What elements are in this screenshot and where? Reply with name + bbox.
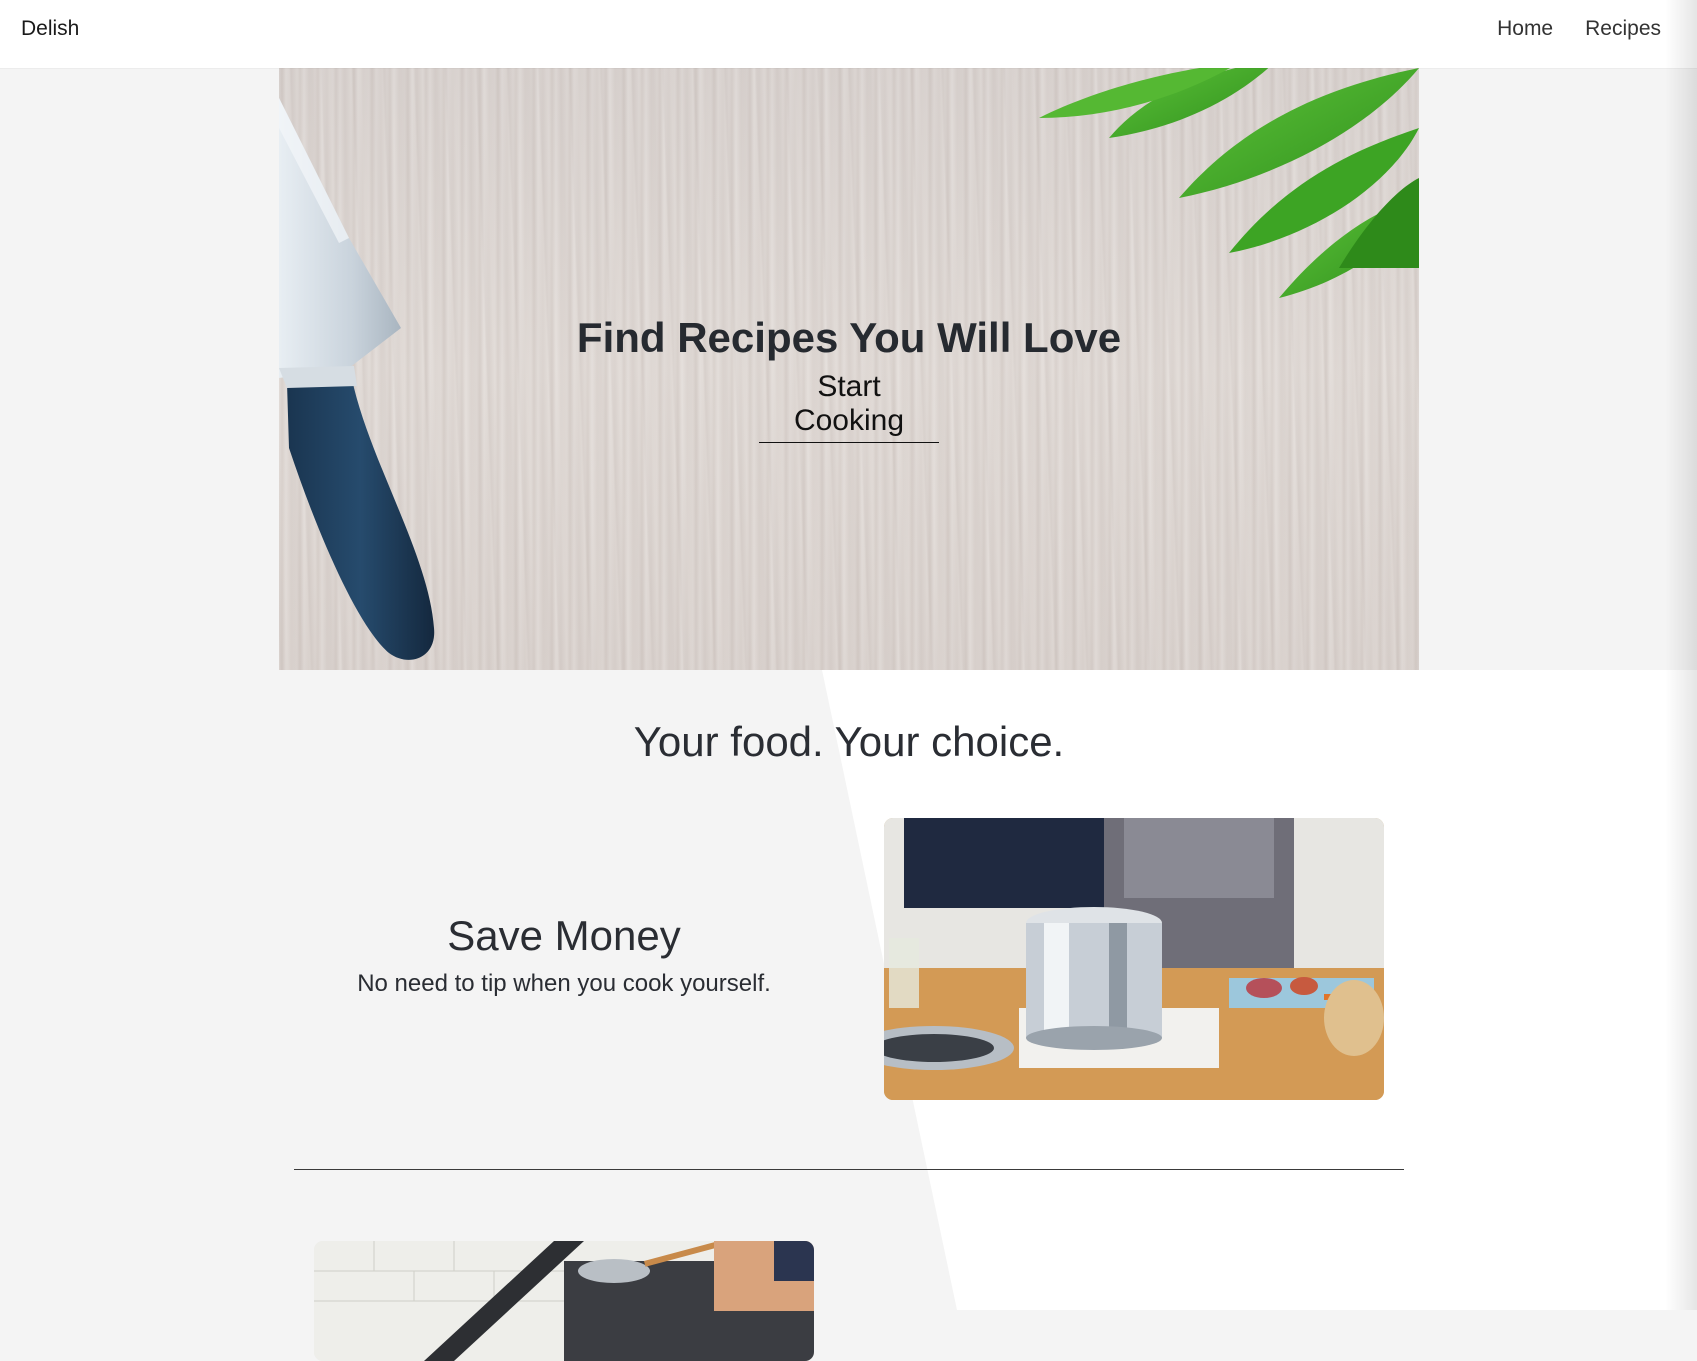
feature-description: No need to tip when you cook yourself. — [357, 970, 771, 997]
nav-recipes-link[interactable]: Recipes — [1585, 17, 1661, 41]
brand-link[interactable]: Delish — [21, 17, 79, 41]
feature-title: Save Money — [447, 912, 681, 959]
cooking-pot-image — [884, 818, 1384, 1100]
knife-image — [279, 68, 1419, 660]
nav-links: Home Recipes — [1497, 17, 1661, 41]
top-navbar: Delish Home Recipes — [0, 0, 1697, 68]
section-divider — [294, 1169, 1404, 1170]
start-cooking-link[interactable]: Start Cooking — [759, 370, 939, 443]
scrollbar-edge — [1665, 0, 1697, 1310]
stovetop-image — [314, 1241, 814, 1361]
feature-save-money: Save Money No need to tip when you cook … — [314, 912, 814, 998]
hero-title: Find Recipes You Will Love — [576, 314, 1122, 361]
hero-banner: Find Recipes You Will Love Start Cooking — [279, 68, 1419, 670]
nav-home-link[interactable]: Home — [1497, 17, 1553, 41]
section-tagline: Your food. Your choice. — [633, 718, 1065, 765]
